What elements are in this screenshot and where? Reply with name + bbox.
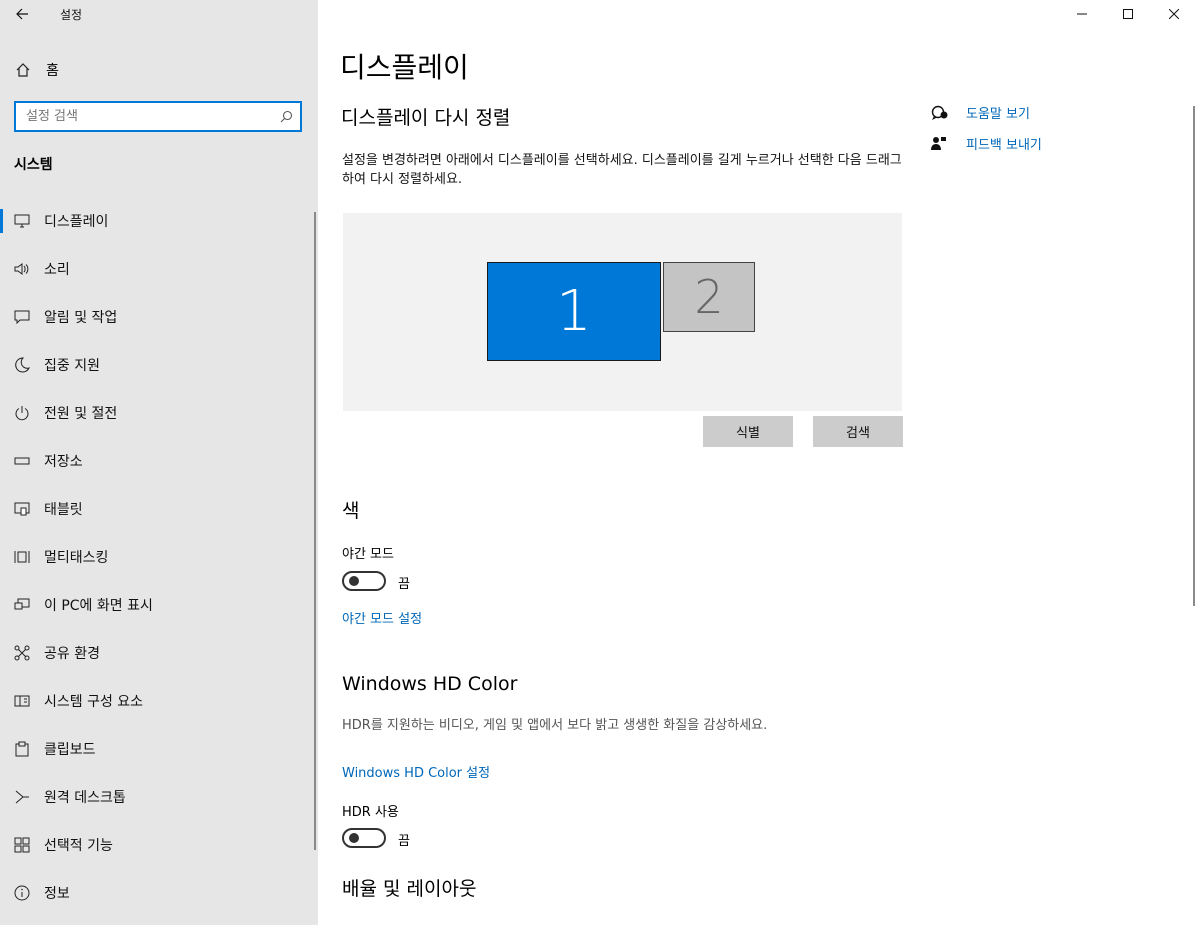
project-icon xyxy=(0,598,44,612)
sidebar-nav: 디스플레이 소리 알림 및 작업 집중 지원 전원 및 절전 저장소 태블릿 멀… xyxy=(0,197,318,917)
sidebar-item-display[interactable]: 디스플레이 xyxy=(0,197,318,245)
back-arrow-icon xyxy=(16,8,28,20)
sidebar-item-label: 클립보드 xyxy=(44,742,96,758)
scale-layout-heading: 배율 및 레이아웃 xyxy=(342,878,477,900)
main-scrollbar[interactable] xyxy=(1193,106,1195,606)
monitor-arrangement-area[interactable]: 1 2 xyxy=(343,213,902,411)
sidebar-item-label: 정보 xyxy=(44,886,70,902)
rearrange-heading: 디스플레이 다시 정렬 xyxy=(341,107,511,129)
feedback-label: 피드백 보내기 xyxy=(966,138,1042,153)
sidebar-item-label: 시스템 구성 요소 xyxy=(44,694,144,710)
sidebar-item-remote-desktop[interactable]: 원격 데스크톱 xyxy=(0,773,318,821)
help-label: 도움말 보기 xyxy=(966,107,1030,122)
notifications-icon xyxy=(0,310,44,324)
sidebar-item-optional-features[interactable]: 선택적 기능 xyxy=(0,821,318,869)
sidebar-item-label: 공유 환경 xyxy=(44,646,100,662)
sidebar-item-label: 집중 지원 xyxy=(44,358,100,374)
night-light-settings-link[interactable]: 야간 모드 설정 xyxy=(342,608,422,627)
sidebar-item-sound[interactable]: 소리 xyxy=(0,245,318,293)
sidebar-item-label: 저장소 xyxy=(44,454,83,470)
multitasking-icon xyxy=(0,549,44,565)
color-heading: 색 xyxy=(342,500,360,522)
info-icon xyxy=(0,885,44,901)
main-content: 디스플레이 디스플레이 다시 정렬 설정을 변경하려면 아래에서 디스플레이를 … xyxy=(318,0,1197,925)
sidebar-item-label: 멀티태스킹 xyxy=(44,550,109,566)
hdr-label: HDR 사용 xyxy=(342,805,399,820)
sound-icon xyxy=(0,262,44,276)
power-icon xyxy=(0,405,44,421)
sidebar-item-storage[interactable]: 저장소 xyxy=(0,437,318,485)
section-title: 시스템 xyxy=(14,157,53,173)
help-link[interactable]: 도움말 보기 xyxy=(931,97,1042,128)
sidebar-item-project[interactable]: 이 PC에 화면 표시 xyxy=(0,581,318,629)
identify-button[interactable]: 식별 xyxy=(703,416,793,447)
sidebar-item-label: 태블릿 xyxy=(44,502,83,518)
sidebar-item-focus-assist[interactable]: 집중 지원 xyxy=(0,341,318,389)
monitor-2[interactable]: 2 xyxy=(663,262,755,332)
home-nav-item[interactable]: 홈 xyxy=(0,53,318,87)
focus-assist-icon xyxy=(0,357,44,373)
monitor-1[interactable]: 1 xyxy=(487,262,661,361)
remote-desktop-icon xyxy=(0,789,44,805)
sidebar-item-label: 디스플레이 xyxy=(44,214,109,230)
clipboard-icon xyxy=(0,741,44,757)
optional-features-icon xyxy=(0,837,44,853)
night-light-state: 끔 xyxy=(398,577,410,592)
sidebar-item-clipboard[interactable]: 클립보드 xyxy=(0,725,318,773)
sidebar-item-system-components[interactable]: 시스템 구성 요소 xyxy=(0,677,318,725)
sidebar-item-power[interactable]: 전원 및 절전 xyxy=(0,389,318,437)
page-title: 디스플레이 xyxy=(340,51,469,84)
search-box[interactable] xyxy=(14,101,302,132)
feedback-icon xyxy=(931,136,966,152)
home-label: 홈 xyxy=(46,63,59,79)
feedback-link[interactable]: 피드백 보내기 xyxy=(931,128,1042,159)
search-input[interactable] xyxy=(16,103,272,130)
storage-icon xyxy=(0,456,44,466)
related-links: 도움말 보기 피드백 보내기 xyxy=(931,97,1042,159)
hd-color-heading: Windows HD Color xyxy=(342,673,518,695)
sidebar-scrollbar[interactable] xyxy=(314,212,316,850)
sidebar-item-tablet[interactable]: 태블릿 xyxy=(0,485,318,533)
night-light-toggle[interactable] xyxy=(342,571,386,591)
help-chat-icon xyxy=(931,105,966,121)
system-components-icon xyxy=(0,694,44,708)
home-icon xyxy=(0,62,46,78)
sidebar: 설정 홈 시스템 디스플레이 소리 알림 및 작업 집중 지원 xyxy=(0,0,318,925)
rearrange-description: 설정을 변경하려면 아래에서 디스플레이를 선택하세요. 디스플레이를 길게 누… xyxy=(342,153,902,187)
sidebar-item-label: 선택적 기능 xyxy=(44,838,113,854)
display-icon xyxy=(0,214,44,228)
back-button[interactable] xyxy=(0,0,44,28)
sidebar-item-label: 이 PC에 화면 표시 xyxy=(44,598,153,614)
search-icon[interactable] xyxy=(272,110,300,123)
sidebar-item-notifications[interactable]: 알림 및 작업 xyxy=(0,293,318,341)
hdr-toggle[interactable] xyxy=(342,828,386,848)
sidebar-item-label: 전원 및 절전 xyxy=(44,406,118,422)
hdr-state: 끔 xyxy=(398,834,410,849)
detect-button[interactable]: 검색 xyxy=(813,416,903,447)
tablet-icon xyxy=(0,501,44,517)
sidebar-item-about[interactable]: 정보 xyxy=(0,869,318,917)
titlebar: 설정 xyxy=(0,0,82,28)
sidebar-item-label: 원격 데스크톱 xyxy=(44,790,126,806)
app-title: 설정 xyxy=(60,7,83,22)
hd-color-description: HDR를 지원하는 비디오, 게임 및 앱에서 보다 밝고 생생한 화질을 감상… xyxy=(342,718,768,733)
night-light-label: 야간 모드 xyxy=(342,547,394,562)
shared-experiences-icon xyxy=(0,645,44,661)
sidebar-item-label: 알림 및 작업 xyxy=(44,310,118,326)
sidebar-item-label: 소리 xyxy=(44,262,70,278)
sidebar-item-multitasking[interactable]: 멀티태스킹 xyxy=(0,533,318,581)
sidebar-item-shared-experiences[interactable]: 공유 환경 xyxy=(0,629,318,677)
hd-color-settings-link[interactable]: Windows HD Color 설정 xyxy=(342,762,490,781)
